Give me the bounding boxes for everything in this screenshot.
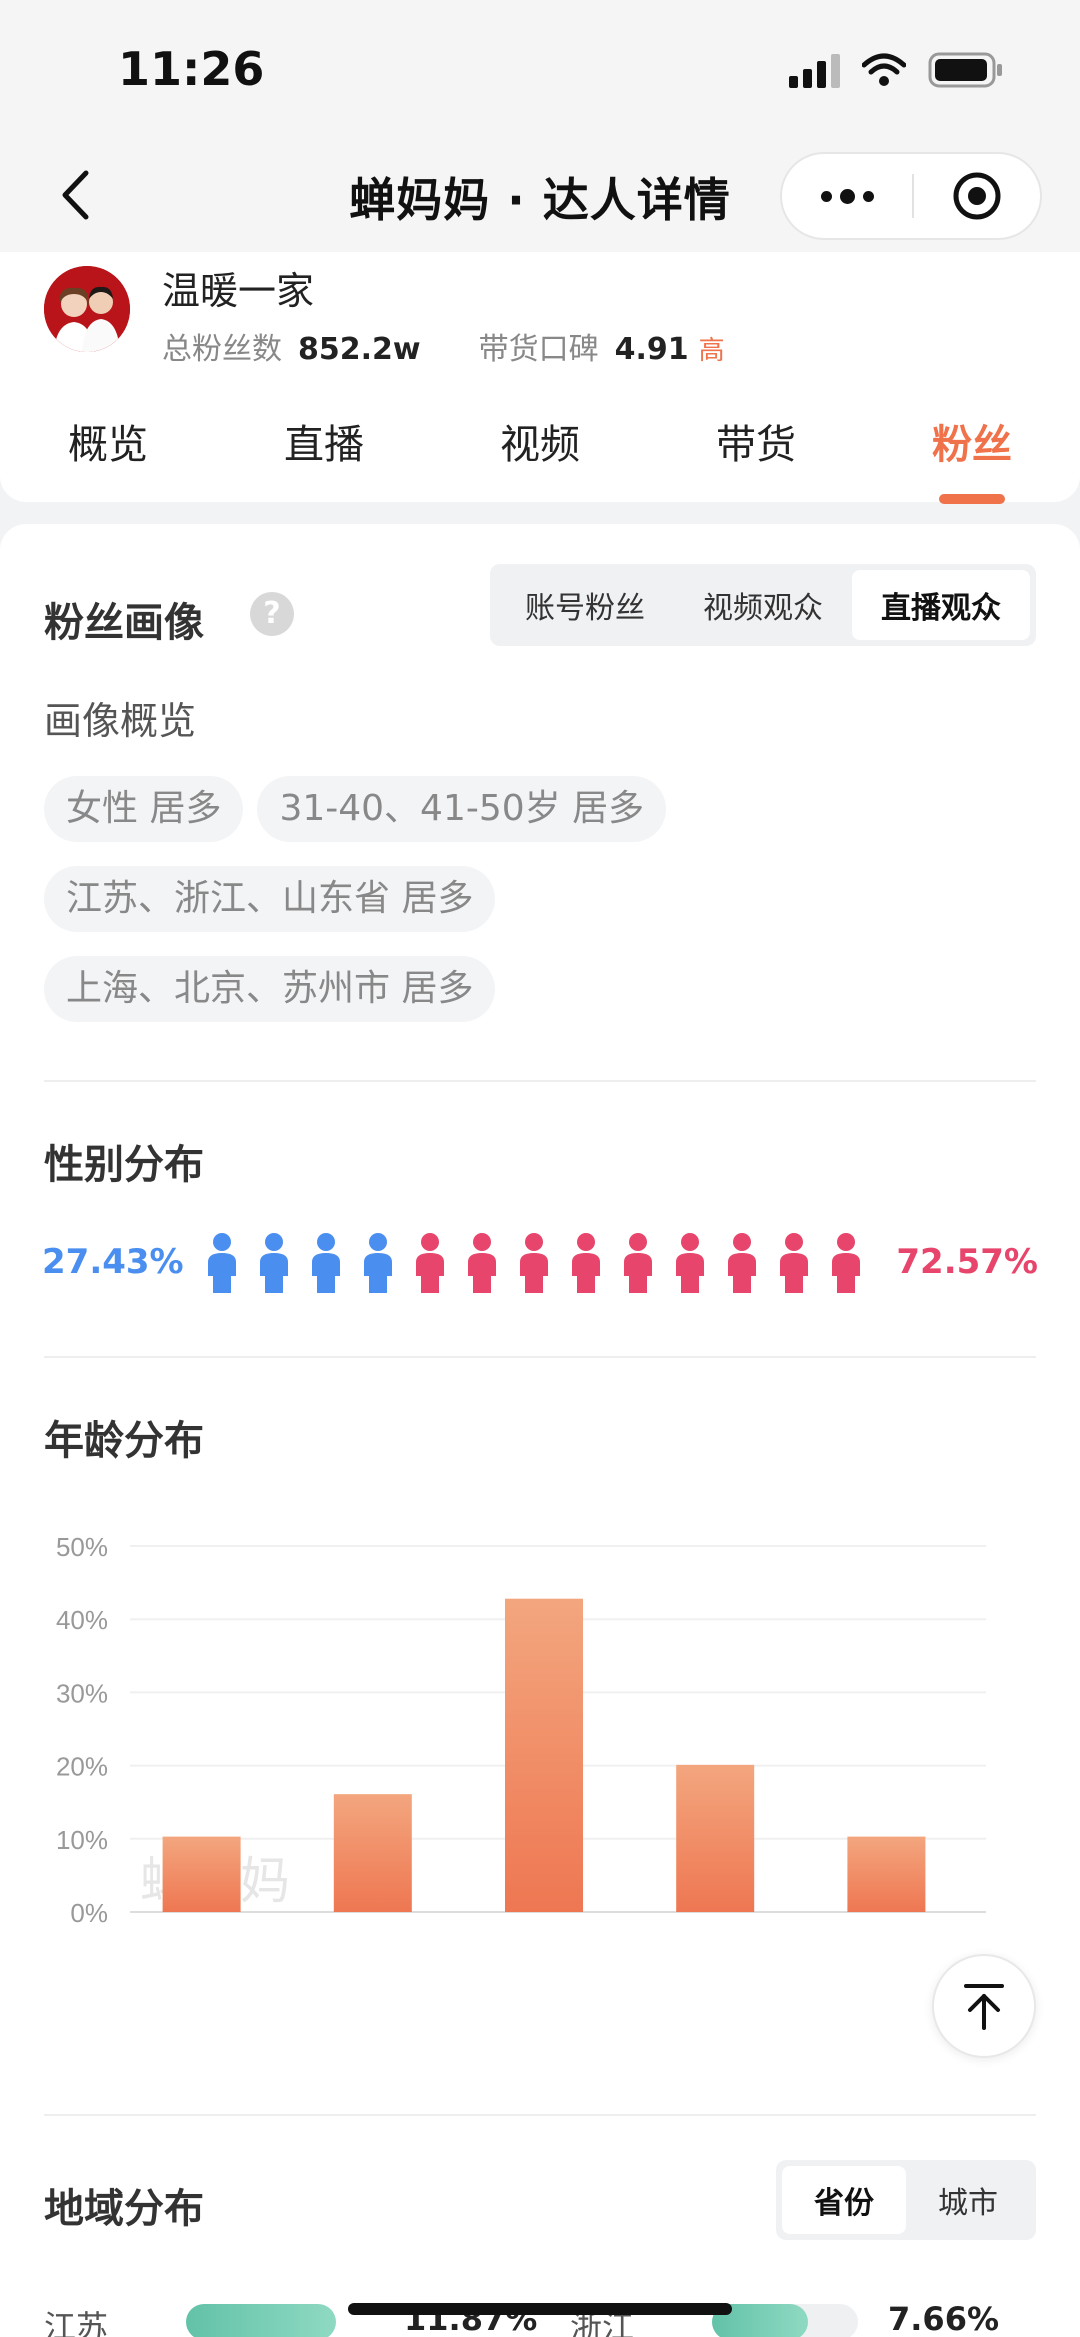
age-bar[interactable] <box>162 1836 241 1912</box>
battery-icon <box>928 52 1004 88</box>
status-time: 11:26 <box>118 42 265 96</box>
divider <box>44 1080 1036 1082</box>
fans-label: 总粉丝数 <box>162 332 282 367</box>
status-icons <box>789 52 1004 88</box>
tab-label: 粉丝 <box>932 422 1012 468</box>
portrait-title: 粉丝画像 <box>44 600 204 646</box>
overview-subtitle: 画像概览 <box>44 699 197 743</box>
more-button[interactable] <box>782 154 912 238</box>
audience-segment: 账号粉丝 视频观众 直播观众 <box>490 564 1036 646</box>
region-title: 地域分布 <box>44 2186 204 2232</box>
question-icon[interactable]: ? <box>250 592 294 636</box>
age-bar[interactable] <box>505 1598 583 1912</box>
tab-fans[interactable]: 粉丝 <box>864 402 1080 504</box>
tag-gender: 女性 居多 <box>44 776 244 842</box>
back-to-top-button[interactable] <box>932 1954 1036 2058</box>
female-person-icon <box>776 1232 812 1294</box>
tab-overview[interactable]: 概览 <box>0 402 216 492</box>
region-name: 江苏 <box>44 2308 109 2337</box>
female-person-icon <box>724 1232 760 1294</box>
reputation-badge: 高 <box>698 336 725 366</box>
female-person-icon <box>464 1232 500 1294</box>
tab-live[interactable]: 直播 <box>216 402 432 492</box>
male-person-icon <box>256 1232 292 1294</box>
region-value: 7.66% <box>888 2300 1000 2337</box>
tab-video[interactable]: 视频 <box>432 402 648 492</box>
y-tick-label: 50% <box>56 1532 108 1562</box>
tag-province: 江苏、浙江、山东省 居多 <box>44 866 496 932</box>
status-bar: 11:26 <box>0 0 1080 140</box>
y-tick-label: 20% <box>56 1752 108 1782</box>
segment-province[interactable]: 省份 <box>782 2166 906 2234</box>
tab-label: 视频 <box>500 422 580 468</box>
age-bar[interactable] <box>847 1836 926 1912</box>
tab-sales[interactable]: 带货 <box>648 402 864 492</box>
y-tick-label: 0% <box>70 1898 108 1924</box>
age-bar[interactable] <box>676 1764 755 1912</box>
segment-account-fans[interactable]: 账号粉丝 <box>496 570 674 640</box>
reputation-label: 带货口碑 <box>478 332 599 367</box>
reputation-value: 4.91 <box>614 332 689 367</box>
gender-distribution: 27.43% 72.57% <box>0 1232 1080 1302</box>
y-tick-label: 40% <box>56 1605 108 1635</box>
female-person-icon <box>516 1232 552 1294</box>
tab-bar: 概览 直播 视频 带货 粉丝 <box>0 402 1080 504</box>
female-person-icon <box>620 1232 656 1294</box>
avatar[interactable] <box>44 266 130 352</box>
female-person-icon <box>672 1232 708 1294</box>
fans-value: 852.2w <box>298 332 421 367</box>
age-bar-chart: 0%10%20%30%40%50%蝉妈妈18-23岁24-30岁31-40岁41… <box>56 1532 986 1924</box>
male-person-icon <box>360 1232 396 1294</box>
region-segment: 省份 城市 <box>776 2160 1036 2240</box>
male-percent: 27.43% <box>42 1242 184 1282</box>
male-person-icon <box>308 1232 344 1294</box>
tag-city: 上海、北京、苏州市 居多 <box>44 956 496 1022</box>
female-percent: 72.57% <box>896 1242 1038 1282</box>
more-icon <box>820 190 832 202</box>
segment-video-viewers[interactable]: 视频观众 <box>674 570 852 640</box>
close-button[interactable] <box>914 154 1040 238</box>
wifi-icon <box>862 53 906 87</box>
target-close-icon <box>953 172 1001 220</box>
male-person-icon <box>204 1232 240 1294</box>
y-tick-label: 30% <box>56 1678 108 1708</box>
female-person-icon <box>568 1232 604 1294</box>
fans-portrait-card: 粉丝画像 ? 账号粉丝 视频观众 直播观众 画像概览 女性 居多 31-40、4… <box>0 524 1080 2337</box>
profile-stats: 总粉丝数 852.2w 带货口碑 4.91 高 <box>162 324 725 368</box>
profile-name: 温暖一家 <box>162 269 315 313</box>
region-bar <box>186 2304 336 2337</box>
signal-icon <box>789 52 840 88</box>
arrow-up-to-top-icon <box>964 1984 1004 2030</box>
nav-bar: 蝉妈妈 · 达人详情 <box>0 140 1080 252</box>
age-bar[interactable] <box>333 1794 412 1912</box>
female-person-icon <box>828 1232 864 1294</box>
segment-live-viewers[interactable]: 直播观众 <box>852 570 1030 640</box>
y-tick-label: 10% <box>56 1825 108 1855</box>
tab-label: 带货 <box>716 422 796 468</box>
profile-card: 温暖一家 总粉丝数 852.2w 带货口碑 4.91 高 概览 直播 视频 带货… <box>0 252 1080 504</box>
home-indicator <box>348 2303 732 2315</box>
divider <box>44 1356 1036 1358</box>
tag-age: 31-40、41-50岁 居多 <box>257 776 667 842</box>
gender-people-icons <box>204 1232 864 1294</box>
gender-title: 性别分布 <box>44 1142 204 1188</box>
tab-label: 概览 <box>68 422 148 468</box>
mini-program-capsule <box>780 152 1042 240</box>
divider <box>44 2114 1036 2116</box>
region-bar <box>712 2304 858 2337</box>
female-person-icon <box>412 1232 448 1294</box>
age-title: 年龄分布 <box>44 1418 204 1464</box>
portrait-tags: 女性 居多 31-40、41-50岁 居多 江苏、浙江、山东省 居多 上海、北京… <box>44 776 1044 1046</box>
segment-city[interactable]: 城市 <box>906 2166 1030 2234</box>
tab-active-indicator <box>939 494 1005 504</box>
tab-label: 直播 <box>284 422 364 468</box>
